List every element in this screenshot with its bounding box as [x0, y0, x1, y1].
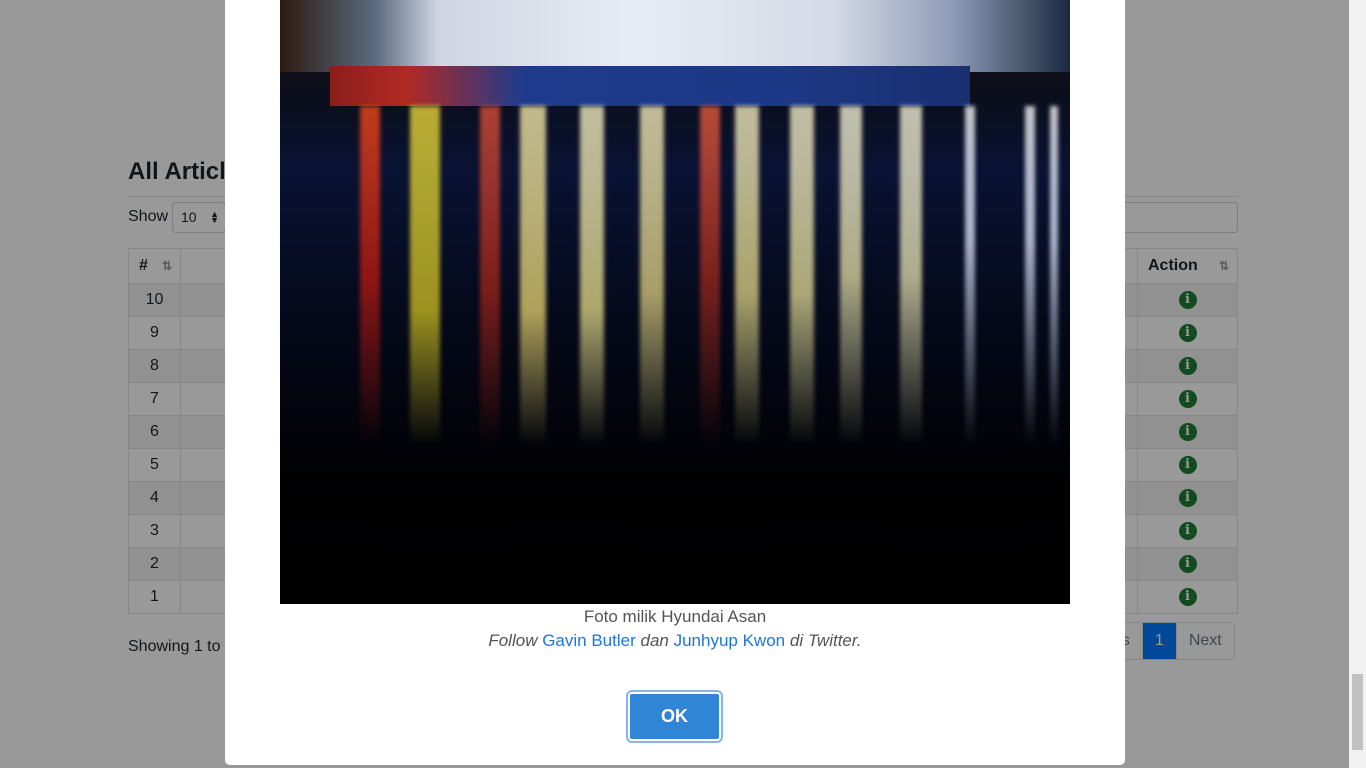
scrollbar[interactable]	[1349, 0, 1366, 768]
light-reflection	[410, 106, 440, 446]
light-reflection	[840, 106, 862, 446]
article-photo	[280, 0, 1070, 604]
author-link-gavin-butler[interactable]: Gavin Butler	[542, 631, 636, 650]
ok-button[interactable]: OK	[626, 690, 723, 743]
follow-suffix: di Twitter.	[789, 631, 862, 650]
light-reflection	[360, 106, 380, 446]
ship-hull	[330, 66, 970, 106]
follow-line: Follow Gavin Butler dan Junhyup Kwon di …	[225, 629, 1125, 653]
photo-caption: Foto milik Hyundai Asan Follow Gavin But…	[225, 605, 1125, 653]
light-reflection	[790, 106, 814, 446]
follow-prefix: Follow	[488, 631, 538, 650]
light-reflection	[900, 106, 922, 446]
light-reflection	[640, 106, 664, 446]
light-reflection	[700, 106, 720, 446]
photo-credit: Foto milik Hyundai Asan	[583, 607, 767, 626]
light-reflection	[580, 106, 604, 446]
light-reflection	[1050, 106, 1058, 446]
author-link-junhyup-kwon[interactable]: Junhyup Kwon	[674, 631, 786, 650]
image-modal: Foto milik Hyundai Asan Follow Gavin But…	[225, 0, 1125, 765]
light-reflection	[735, 106, 759, 446]
ship-superstructure	[280, 0, 1070, 72]
light-reflection	[1025, 106, 1035, 446]
light-reflection	[520, 106, 546, 446]
follow-connector: dan	[640, 631, 669, 650]
scrollbar-thumb[interactable]	[1352, 674, 1363, 750]
light-reflection	[480, 106, 500, 446]
light-reflection	[965, 106, 975, 446]
